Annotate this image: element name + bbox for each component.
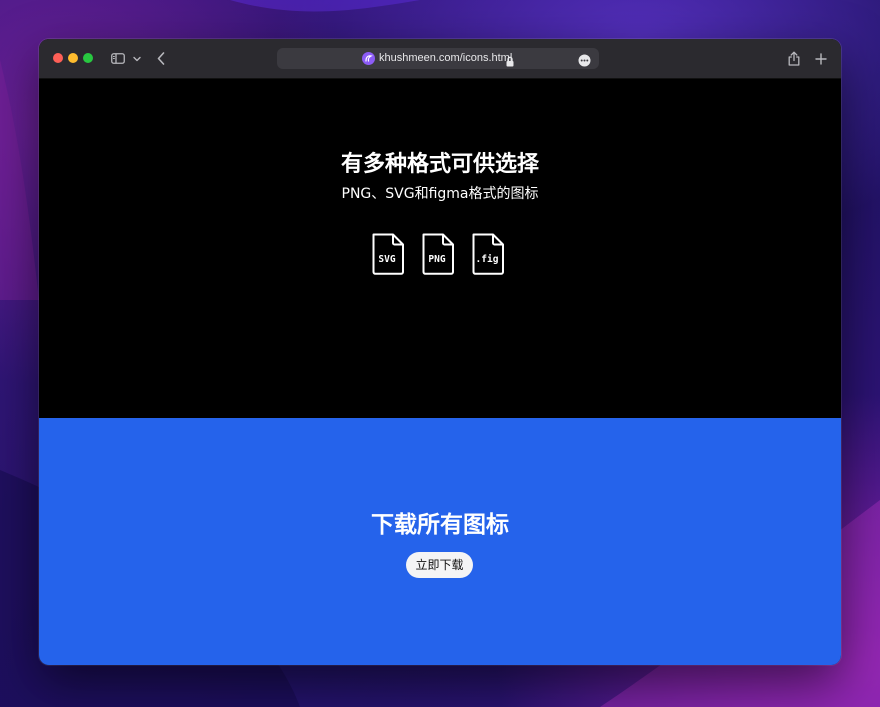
- url-text: khushmeen.com/icons.html: [379, 52, 513, 64]
- format-label: PNG: [428, 254, 446, 265]
- format-label: .fig: [475, 254, 499, 265]
- png-file-icon: PNG: [420, 232, 458, 278]
- formats-heading: 有多种格式可供选择: [340, 152, 539, 177]
- ellipsis-circle-icon[interactable]: [578, 52, 591, 71]
- page-content: 有多种格式可供选择 PNG、SVG和figma格式的图标 SVG PNG .fi…: [39, 79, 841, 665]
- address-bar[interactable]: khushmeen.com/icons.html: [277, 48, 599, 69]
- format-icons: SVG PNG .fig: [370, 232, 510, 278]
- share-icon[interactable]: [787, 39, 801, 78]
- chevron-down-icon[interactable]: [132, 39, 142, 78]
- browser-window: khushmeen.com/icons.html 有多种格式可供选择 PNG、S…: [39, 39, 841, 665]
- download-heading: 下载所有图标: [371, 512, 509, 538]
- sidebar-icon[interactable]: [110, 39, 126, 78]
- chevron-left-icon[interactable]: [155, 39, 167, 78]
- fig-file-icon: .fig: [470, 232, 508, 278]
- close-window-button[interactable]: [53, 53, 63, 63]
- browser-toolbar: khushmeen.com/icons.html: [39, 39, 841, 79]
- plus-icon[interactable]: [814, 39, 828, 78]
- download-section: 下载所有图标 立即下载: [39, 418, 841, 665]
- format-label: SVG: [378, 254, 396, 265]
- svg-file-icon: SVG: [370, 232, 408, 278]
- site-favicon-icon: [362, 52, 375, 65]
- lock-icon: [506, 52, 514, 71]
- formats-section: 有多种格式可供选择 PNG、SVG和figma格式的图标 SVG PNG .fi…: [39, 79, 841, 418]
- formats-subheading: PNG、SVG和figma格式的图标: [341, 186, 539, 202]
- minimize-window-button[interactable]: [68, 53, 78, 63]
- zoom-window-button[interactable]: [83, 53, 93, 63]
- download-now-button[interactable]: 立即下载: [406, 552, 473, 578]
